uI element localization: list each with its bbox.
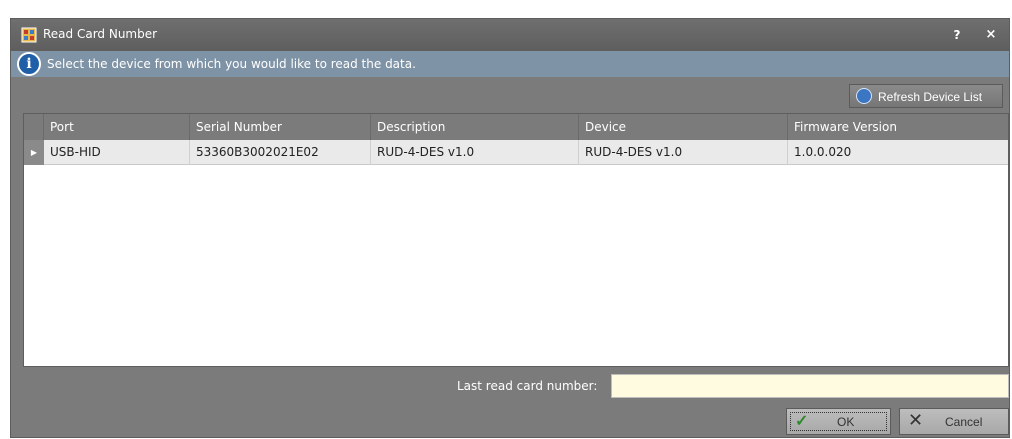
help-icon[interactable]: ? [949, 26, 965, 44]
cell-port[interactable]: USB-HID [44, 140, 190, 165]
last-read-card-number-field[interactable] [611, 374, 1009, 398]
refresh-button-label: Refresh Device List [878, 90, 983, 104]
app-icon [21, 27, 37, 43]
cell-serial-number[interactable]: 53360B3002021E02 [190, 140, 371, 165]
column-header-device[interactable]: Device [579, 114, 788, 140]
read-card-number-dialog: Read Card Number ? × i Select the device… [10, 18, 1010, 438]
checkmark-icon: ✓ [795, 413, 809, 430]
info-icon: i [17, 52, 41, 76]
cancel-button-label: Cancel [945, 415, 983, 429]
cancel-x-icon: ✕ [908, 410, 924, 430]
close-icon[interactable]: × [983, 26, 999, 44]
grid-header: Port Serial Number Description Device Fi… [24, 114, 1008, 140]
cell-device[interactable]: RUD-4-DES v1.0 [579, 140, 788, 165]
window-title: Read Card Number [43, 27, 158, 41]
row-indicator-header [24, 114, 44, 140]
column-header-firmware-version[interactable]: Firmware Version [788, 114, 1008, 140]
device-grid[interactable]: Port Serial Number Description Device Fi… [23, 113, 1009, 367]
ok-button-label: OK [837, 415, 855, 429]
column-header-serial-number[interactable]: Serial Number [190, 114, 371, 140]
refresh-device-list-button[interactable]: Refresh Device List [849, 84, 1003, 108]
row-selector-icon[interactable]: ▶ [24, 140, 44, 165]
title-bar[interactable]: Read Card Number ? × [11, 19, 1009, 51]
ok-button[interactable]: ✓ OK [786, 408, 891, 435]
info-message: Select the device from which you would l… [47, 57, 416, 71]
column-header-port[interactable]: Port [44, 114, 190, 140]
column-header-description[interactable]: Description [371, 114, 579, 140]
refresh-icon [856, 88, 872, 104]
cell-description[interactable]: RUD-4-DES v1.0 [371, 140, 579, 165]
cancel-button[interactable]: ✕ Cancel [899, 408, 1009, 435]
cell-firmware-version[interactable]: 1.0.0.020 [788, 140, 1008, 165]
last-read-card-number-label: Last read card number: [457, 379, 598, 393]
info-bar: i Select the device from which you would… [11, 51, 1009, 77]
table-row[interactable]: ▶ USB-HID 53360B3002021E02 RUD-4-DES v1.… [24, 140, 1008, 165]
